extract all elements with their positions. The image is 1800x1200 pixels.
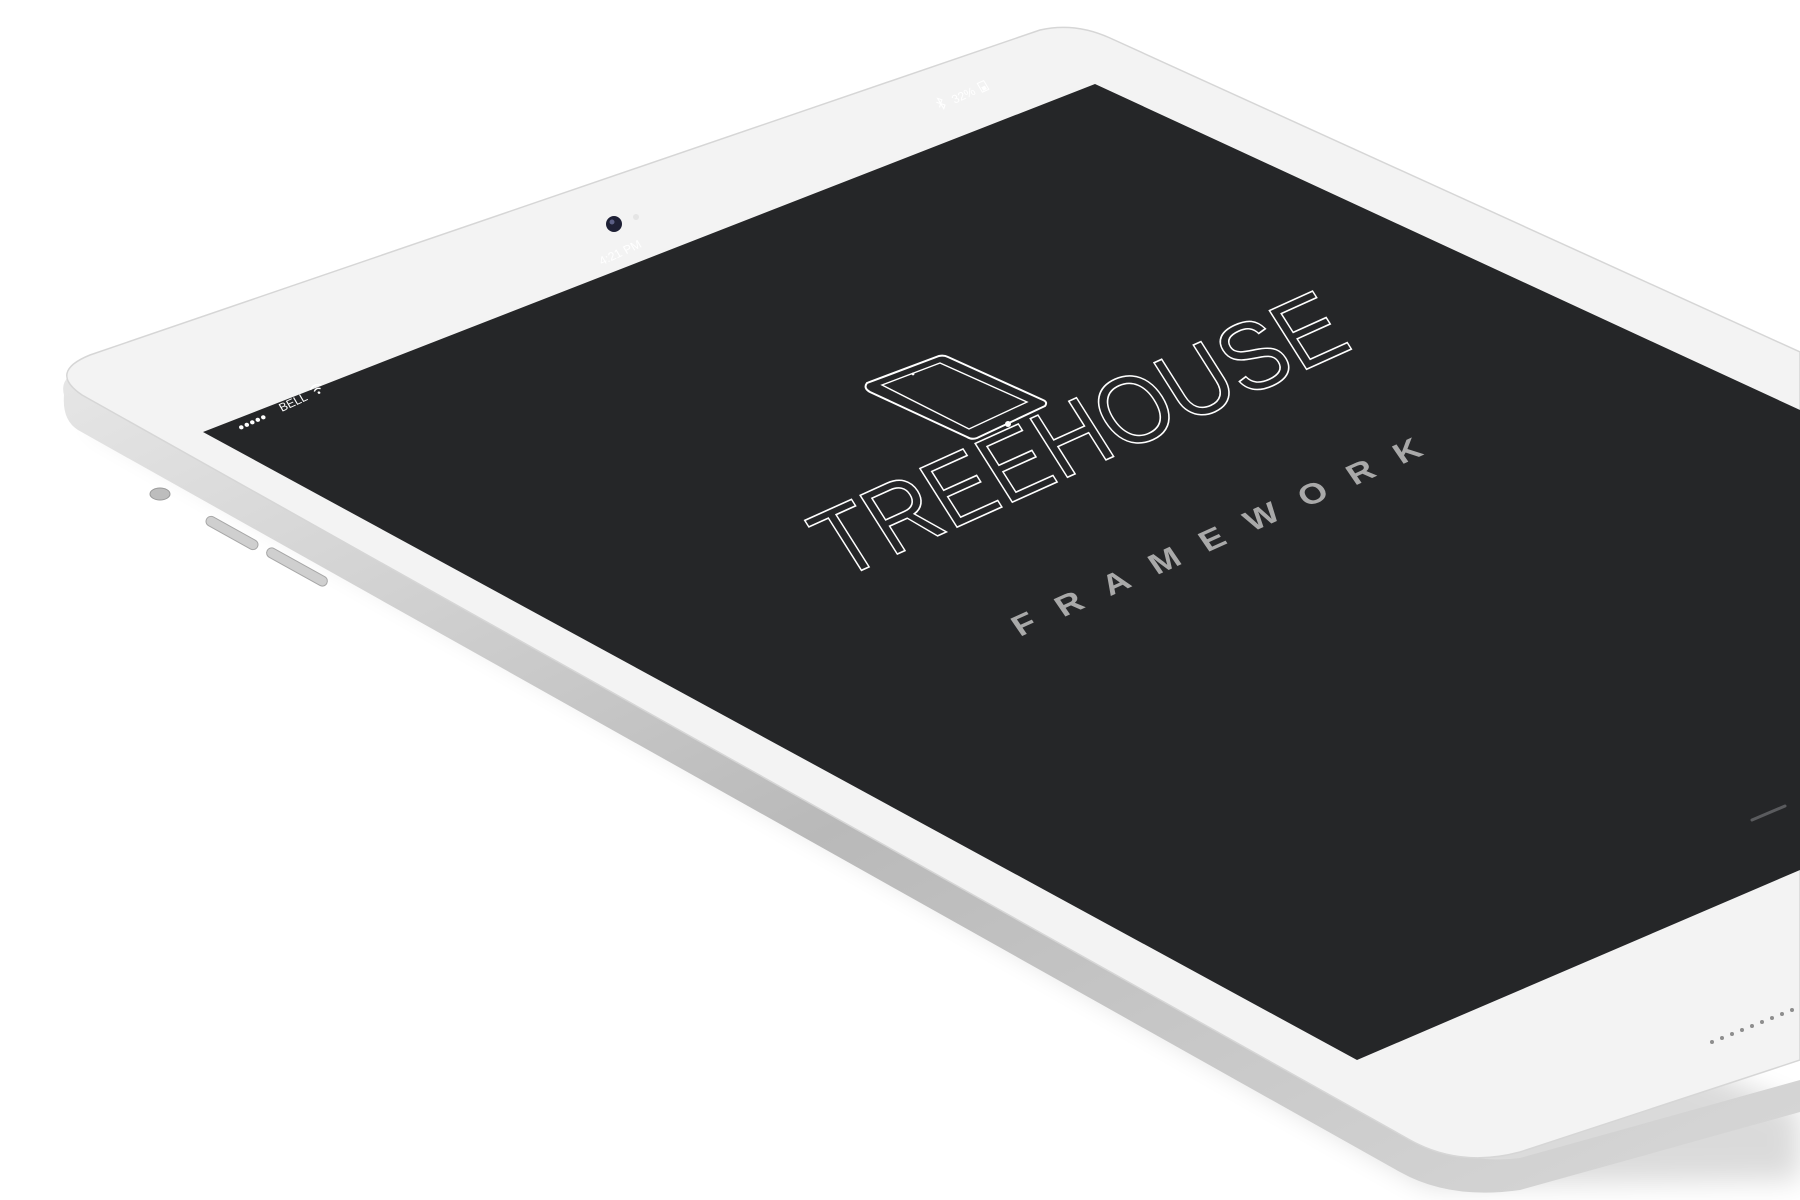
side-switch[interactable] xyxy=(149,487,171,501)
tablet-scene: ●●●●● BELL 4:21 PM 32% TREEHOUSE FRAMEWO… xyxy=(63,26,1800,1193)
device-mockup-scene: ●●●●● BELL 4:21 PM 32% TREEHOUSE FRAMEWO… xyxy=(0,0,1800,1200)
